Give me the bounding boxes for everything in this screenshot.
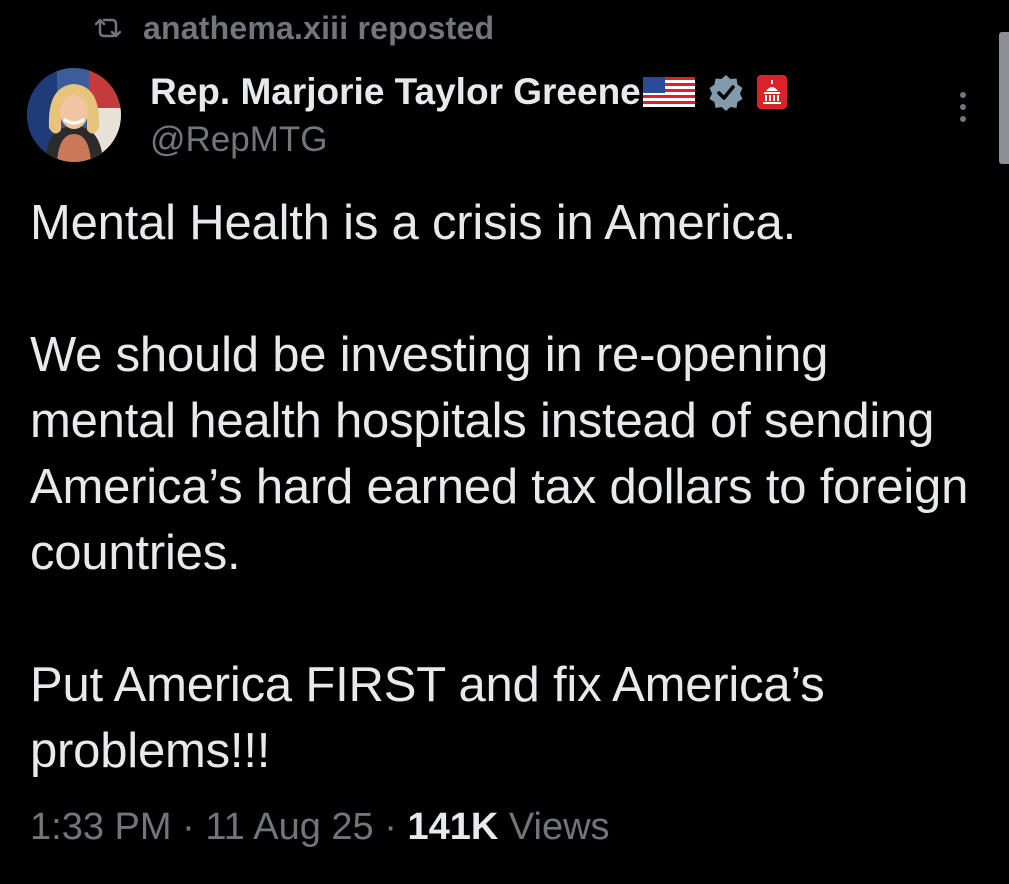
more-options-icon[interactable] <box>955 90 971 124</box>
author-display-name[interactable]: Rep. Marjorie Taylor Greene <box>150 71 641 113</box>
meta-separator: · <box>182 806 195 848</box>
tweet-paragraph: We should be investing in re-opening men… <box>30 328 969 580</box>
author-handle[interactable]: @RepMTG <box>150 120 328 160</box>
repost-label[interactable]: anathema.xiii reposted <box>143 10 494 47</box>
tweet-time[interactable]: 1:33 PM <box>30 806 172 848</box>
tweet-paragraph: Mental Health is a crisis in America. <box>30 196 796 250</box>
government-badge-icon[interactable] <box>756 75 787 109</box>
meta-separator: · <box>384 806 397 848</box>
author-name-row[interactable]: Rep. Marjorie Taylor Greene <box>150 68 787 116</box>
repost-action: reposted <box>357 9 495 46</box>
tweet-date[interactable]: 11 Aug 25 <box>205 806 373 848</box>
repost-header: anathema.xiii reposted <box>94 8 494 48</box>
tweet-paragraph: Put America FIRST and fix America’s prob… <box>30 658 825 778</box>
tweet-meta: 1:33 PM · 11 Aug 25 · 141K Views <box>30 806 610 849</box>
avatar[interactable] <box>27 68 121 162</box>
repost-user[interactable]: anathema.xiii <box>143 10 348 46</box>
repost-icon <box>94 17 122 39</box>
verified-icon[interactable] <box>707 73 745 111</box>
tweet-text: Mental Health is a crisis in America. We… <box>30 190 980 784</box>
views-label: Views <box>508 806 610 848</box>
us-flag-icon <box>642 77 695 107</box>
views-count[interactable]: 141K <box>407 806 498 848</box>
scrollbar[interactable] <box>999 32 1009 164</box>
